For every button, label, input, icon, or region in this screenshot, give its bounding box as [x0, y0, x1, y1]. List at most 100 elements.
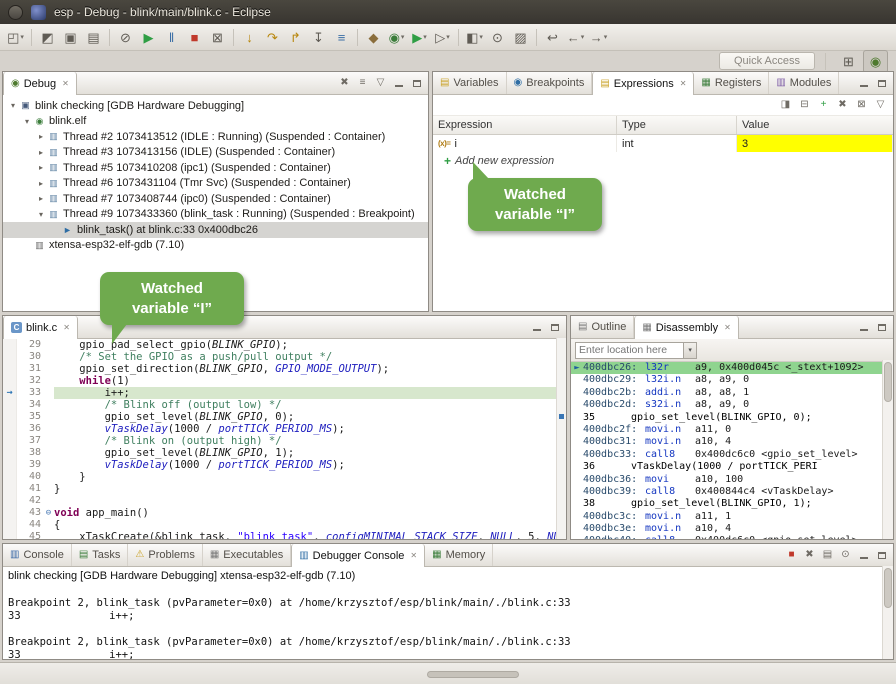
- collapsed-arrow-icon[interactable]: ▸: [35, 179, 47, 188]
- tab-expressions[interactable]: ▤Expressions✕: [592, 72, 694, 95]
- scrollbar-thumb[interactable]: [884, 568, 892, 608]
- terminate-button[interactable]: ■: [183, 27, 206, 48]
- step-return-button[interactable]: ↱: [284, 27, 307, 48]
- debug-tree-item[interactable]: ▸▥Thread #5 1073410208 (ipc1) (Suspended…: [3, 160, 428, 176]
- remove-all-terminated-button[interactable]: ✖: [336, 75, 353, 92]
- disassembly-listing[interactable]: ►400dbc26:l32ra9, 0x400d045c <_stext+109…: [571, 362, 893, 540]
- expanded-arrow-icon[interactable]: ▾: [35, 210, 47, 219]
- close-icon[interactable]: ✕: [680, 79, 687, 88]
- line-number[interactable]: 35: [17, 411, 43, 423]
- forward-button[interactable]: →▾: [587, 27, 610, 48]
- maximize-button[interactable]: [408, 75, 425, 92]
- window-close-button[interactable]: [8, 5, 23, 20]
- line-number[interactable]: 43: [17, 507, 43, 519]
- skip-all-breakpoints-button[interactable]: ⊘: [114, 27, 137, 48]
- tab-variables[interactable]: ▤Variables: [433, 72, 507, 94]
- debug-tree-item[interactable]: ▾▥Thread #9 1073433360 (blink_task : Run…: [3, 207, 428, 223]
- close-icon[interactable]: ✕: [62, 79, 69, 88]
- console-scrollbar[interactable]: [882, 566, 893, 659]
- tab-breakpoints[interactable]: ◉Breakpoints: [507, 72, 593, 94]
- tab-modules[interactable]: ▥Modules: [769, 72, 839, 94]
- show-type-names-button[interactable]: ◨: [777, 97, 794, 114]
- location-combo[interactable]: ▾: [575, 342, 697, 359]
- terminate-console-button[interactable]: ■: [783, 547, 800, 564]
- collapsed-arrow-icon[interactable]: ▸: [35, 194, 47, 203]
- debug-tree-item[interactable]: ▾▣blink checking [GDB Hardware Debugging…: [3, 98, 428, 114]
- new-cpp-button[interactable]: ◧▾: [463, 27, 486, 48]
- disassembly-scrollbar[interactable]: [882, 360, 893, 539]
- tab-outline[interactable]: ▤Outline: [571, 316, 634, 338]
- debug-tree-item[interactable]: ►blink_task() at blink.c:33 0x400dbc26: [3, 222, 428, 238]
- save-all-button[interactable]: ▣: [59, 27, 82, 48]
- collapsed-arrow-icon[interactable]: ▸: [35, 132, 47, 141]
- maximize-button[interactable]: [873, 319, 890, 336]
- line-number[interactable]: 32: [17, 375, 43, 387]
- location-input[interactable]: [576, 343, 683, 358]
- line-number[interactable]: 38: [17, 447, 43, 459]
- minimize-button[interactable]: [855, 75, 872, 92]
- collapsed-arrow-icon[interactable]: ▸: [35, 163, 47, 172]
- status-scrollbar-grip[interactable]: [427, 671, 519, 678]
- remove-expression-button[interactable]: ✖: [834, 97, 851, 114]
- close-icon[interactable]: ✕: [724, 323, 731, 332]
- tab-memory[interactable]: ▦Memory: [425, 544, 493, 566]
- column-header-expression[interactable]: Expression: [433, 116, 617, 134]
- line-number[interactable]: 44: [17, 519, 43, 531]
- mark-occurrences-button[interactable]: ▨: [509, 27, 532, 48]
- column-header-type[interactable]: Type: [617, 116, 737, 134]
- editor-code-area[interactable]: 29 gpio_pad_select_gpio(BLINK_GPIO);30 /…: [3, 339, 566, 540]
- disconnect-button[interactable]: ⊠: [206, 27, 229, 48]
- suspend-button[interactable]: ‖: [160, 27, 183, 48]
- line-number[interactable]: 42: [17, 495, 43, 507]
- expression-row[interactable]: (x)=iint3: [433, 135, 893, 152]
- drop-to-frame-button[interactable]: ↧: [307, 27, 330, 48]
- tab-debug[interactable]: ◉Debug✕: [3, 72, 77, 95]
- view-menu-button[interactable]: ▽: [872, 97, 889, 114]
- minimize-button[interactable]: [855, 319, 872, 336]
- step-over-button[interactable]: ↷: [261, 27, 284, 48]
- maximize-button[interactable]: [546, 319, 563, 336]
- line-number[interactable]: 29: [17, 339, 43, 351]
- maximize-button[interactable]: [873, 547, 890, 564]
- remove-launch-button[interactable]: ✖: [801, 547, 818, 564]
- expanded-arrow-icon[interactable]: ▾: [21, 117, 33, 126]
- line-number[interactable]: 33: [17, 387, 43, 399]
- minimize-button[interactable]: [390, 75, 407, 92]
- debug-tree-item[interactable]: ▸▥Thread #6 1073431104 (Tmr Svc) (Suspen…: [3, 176, 428, 192]
- debug-tree-item[interactable]: ▥xtensa-esp32-elf-gdb (7.10): [3, 238, 428, 254]
- save-button[interactable]: ◩: [36, 27, 59, 48]
- external-tools-button[interactable]: ▷▾: [431, 27, 454, 48]
- debug-tree-item[interactable]: ▸▥Thread #7 1073408744 (ipc0) (Suspended…: [3, 191, 428, 207]
- tab-executables[interactable]: ▦Executables: [203, 544, 291, 566]
- line-number[interactable]: 36: [17, 423, 43, 435]
- build-button[interactable]: ◆: [362, 27, 385, 48]
- expanded-arrow-icon[interactable]: ▾: [7, 101, 19, 110]
- tab-registers[interactable]: ▦Registers: [694, 72, 769, 94]
- line-number[interactable]: 41: [17, 483, 43, 495]
- line-number[interactable]: 30: [17, 351, 43, 363]
- step-into-button[interactable]: ↓: [238, 27, 261, 48]
- scrollbar-thumb[interactable]: [884, 362, 892, 402]
- debug-tree-item[interactable]: ▸▥Thread #2 1073413512 (IDLE : Running) …: [3, 129, 428, 145]
- minimize-button[interactable]: [855, 547, 872, 564]
- debug-perspective-button[interactable]: ◉: [863, 50, 888, 73]
- close-icon[interactable]: ✕: [63, 323, 70, 332]
- fold-marker[interactable]: ⊖: [43, 507, 54, 519]
- line-number[interactable]: 45: [17, 531, 43, 540]
- tab-console[interactable]: ▥Console: [3, 544, 72, 566]
- tab-disassembly[interactable]: ▦Disassembly✕: [634, 316, 739, 339]
- minimize-button[interactable]: [528, 319, 545, 336]
- resume-button[interactable]: ▶: [137, 27, 160, 48]
- line-number[interactable]: 37: [17, 435, 43, 447]
- run-button[interactable]: ▶▾: [408, 27, 431, 48]
- clear-console-button[interactable]: ▤: [819, 547, 836, 564]
- debug-tree-item[interactable]: ▾◉blink.elf: [3, 114, 428, 130]
- close-icon[interactable]: ✕: [410, 551, 417, 560]
- back-button[interactable]: ←▾: [564, 27, 587, 48]
- line-number[interactable]: 31: [17, 363, 43, 375]
- open-perspective-button[interactable]: ⊞: [836, 50, 861, 73]
- add-new-expression-row[interactable]: +Add new expression: [433, 152, 893, 169]
- tab-debugger-console[interactable]: ▥Debugger Console✕: [291, 544, 425, 567]
- instruction-stepping-button[interactable]: ≡: [330, 27, 353, 48]
- last-edit-location-button[interactable]: ↩: [541, 27, 564, 48]
